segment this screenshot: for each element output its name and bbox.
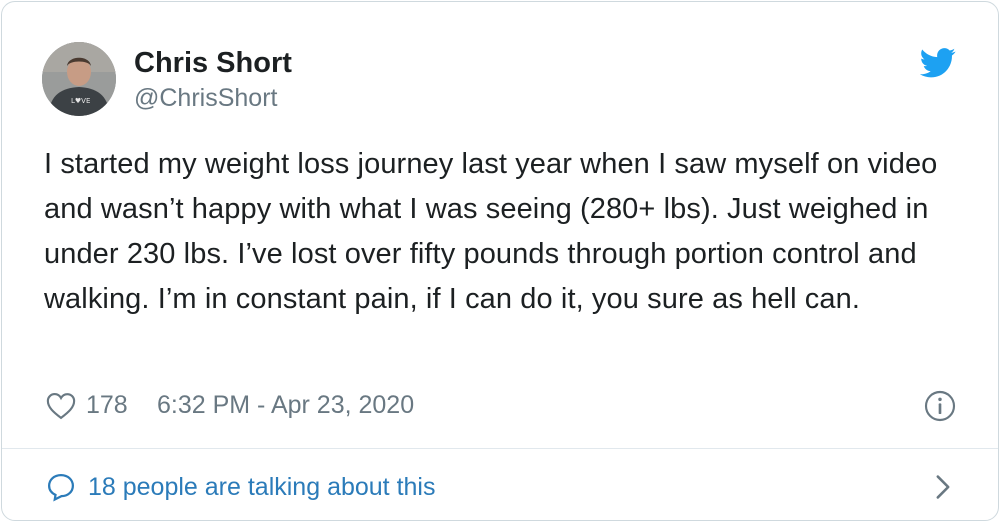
tweet-header: L♥VE Chris Short @ChrisShort xyxy=(42,42,958,118)
info-icon[interactable] xyxy=(924,390,956,422)
tweet-card: L♥VE Chris Short @ChrisShort I started m… xyxy=(1,1,999,521)
avatar[interactable]: L♥VE xyxy=(42,42,116,116)
twitter-bird-icon[interactable] xyxy=(920,48,956,78)
author-names: Chris Short @ChrisShort xyxy=(134,46,292,114)
like-count[interactable]: 178 xyxy=(86,386,128,424)
talking-about-text[interactable]: 18 people are talking about this xyxy=(88,468,435,506)
heart-icon[interactable] xyxy=(46,392,76,420)
speech-bubble-icon xyxy=(47,473,75,502)
tweet-text: I started my weight loss journey last ye… xyxy=(44,148,938,315)
divider xyxy=(2,448,998,449)
svg-text:L♥VE: L♥VE xyxy=(71,97,90,105)
author-handle[interactable]: @ChrisShort xyxy=(134,82,292,114)
tweet-meta: 178 6:32 PM - Apr 23, 2020 xyxy=(46,386,958,426)
chevron-right-icon[interactable] xyxy=(934,474,952,500)
avatar-photo: L♥VE xyxy=(42,42,116,116)
conversation-link[interactable]: 18 people are talking about this xyxy=(46,460,958,512)
tweet-timestamp[interactable]: 6:32 PM - Apr 23, 2020 xyxy=(157,386,414,424)
author-display-name[interactable]: Chris Short xyxy=(134,46,292,80)
